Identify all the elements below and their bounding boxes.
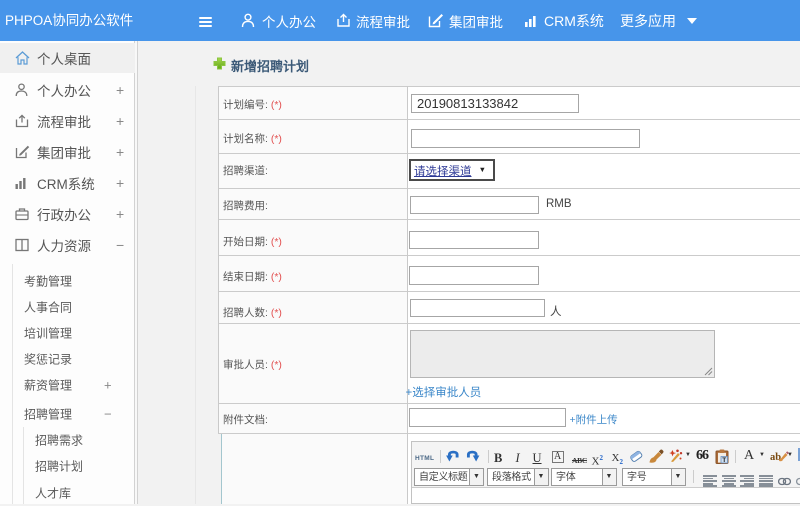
svg-text:T: T <box>722 457 726 464</box>
